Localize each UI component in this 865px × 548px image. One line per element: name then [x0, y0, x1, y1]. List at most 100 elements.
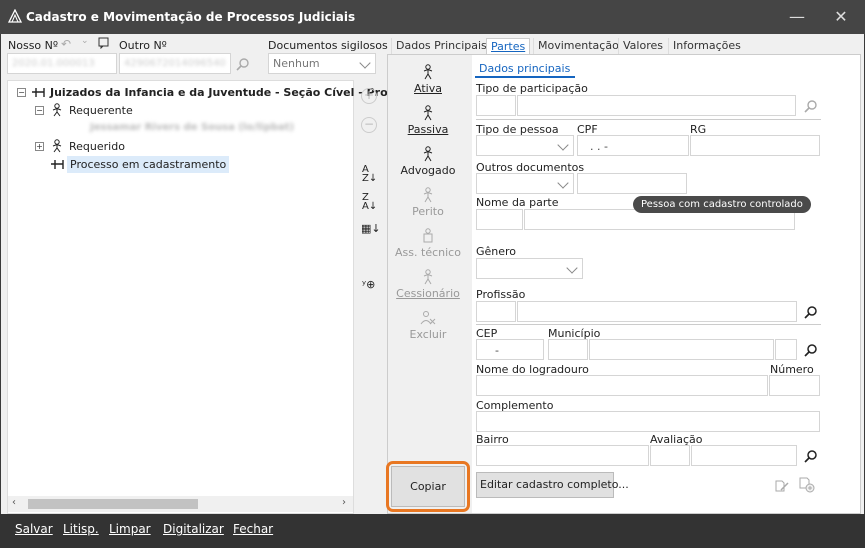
remove-person-icon	[420, 311, 436, 325]
numero-field[interactable]	[769, 375, 820, 396]
salvar-button[interactable]: Salvar	[15, 522, 53, 536]
remove-circle-icon[interactable]: −	[361, 117, 377, 133]
tree-requerente[interactable]: Requerente	[69, 104, 133, 117]
sort-az-icon[interactable]: A Z↓	[362, 165, 377, 184]
limpar-button[interactable]: Limpar	[109, 522, 151, 536]
tipo-participacao-field[interactable]	[517, 95, 796, 116]
person-icon	[52, 139, 62, 153]
passiva-button[interactable]: Passiva	[388, 105, 468, 136]
advogado-button[interactable]: Advogado	[388, 146, 468, 177]
outros-documentos-field[interactable]	[577, 173, 687, 194]
tab-dados-principais[interactable]: Dados Principais	[391, 38, 491, 55]
cadastro-controlado-tooltip: Pessoa com cadastro controlado	[633, 196, 811, 213]
nosso-label: Nosso Nº	[8, 39, 59, 52]
nosso-numero-field[interactable]: 2020.01.000013	[7, 53, 117, 74]
collapse-requerente-toggle[interactable]: −	[35, 106, 44, 115]
add-filter-icon[interactable]: ʸ⊕	[362, 278, 375, 291]
scrollbar-thumb[interactable]	[28, 499, 198, 509]
main-window: Nosso Nº ↶ ⌄ Outro Nº 2020.01.000013 429…	[1, 34, 864, 533]
person-icon	[423, 146, 433, 162]
search-icon[interactable]	[236, 57, 250, 71]
logradouro-field[interactable]	[476, 375, 768, 396]
collapse-root-toggle[interactable]: −	[17, 88, 26, 97]
person-icon	[52, 103, 62, 117]
tab-valores[interactable]: Valores	[618, 38, 667, 55]
tree-requerido[interactable]: Requerido	[69, 140, 125, 153]
cessionario-button[interactable]: Cessionário	[388, 269, 468, 300]
municipio-field[interactable]	[589, 339, 774, 360]
documentos-sigilosos-label: Documentos sigilosos	[268, 39, 388, 52]
tree-processo-cadastramento[interactable]: Processo em cadastramento	[67, 156, 230, 173]
window-title: Cadastro e Movimentação de Processos Jud…	[26, 10, 356, 24]
title-bar: Cadastro e Movimentação de Processos Jud…	[0, 0, 865, 34]
litisp-button[interactable]: Litisp.	[63, 522, 99, 536]
bookmark-icon[interactable]	[98, 37, 109, 49]
chevron-down-icon	[359, 57, 371, 69]
edit-document-icon[interactable]	[774, 478, 790, 494]
process-node-icon	[32, 88, 45, 97]
subtab-dados-principais[interactable]: Dados principais	[479, 62, 570, 75]
app-icon	[8, 9, 22, 23]
search-icon[interactable]	[804, 305, 818, 319]
add-document-icon[interactable]	[798, 476, 816, 494]
editar-cadastro-button[interactable]: Editar cadastro completo...	[476, 472, 629, 498]
person-icon	[423, 269, 433, 285]
complemento-field[interactable]	[476, 411, 820, 432]
nome-parte-label: Nome da parte	[476, 196, 559, 209]
cep-field[interactable]: -	[476, 339, 544, 360]
profissao-code[interactable]	[476, 301, 516, 322]
tipo-participacao-code[interactable]	[476, 95, 516, 116]
close-button[interactable]: ✕	[830, 6, 852, 28]
tree-requerente-party[interactable]: Jessamar Rivers de Sousa (lo/lipbat)	[90, 122, 294, 133]
excluir-button[interactable]: Excluir	[388, 310, 468, 341]
nome-parte-code[interactable]	[476, 209, 523, 230]
tab-movimentacao[interactable]: Movimentação	[533, 38, 623, 55]
process-tree: − Juizados da Infancia e da Juventude - …	[7, 80, 408, 514]
sort-date-icon[interactable]: ▦↓	[361, 222, 381, 235]
subtab-underline	[475, 76, 575, 78]
horizontal-scrollbar[interactable]: ‹ ›	[8, 496, 353, 512]
ass-tecnico-button[interactable]: Ass. técnico	[388, 228, 468, 259]
municipio-code[interactable]	[548, 339, 588, 360]
profissao-label: Profissão	[476, 288, 526, 301]
person-icon	[423, 228, 433, 243]
divider	[476, 324, 821, 325]
genero-label: Gênero	[476, 245, 517, 258]
avaliacao-code[interactable]	[650, 445, 690, 466]
outros-documentos-select[interactable]	[476, 173, 574, 194]
chevron-down-icon	[566, 262, 578, 274]
digitalizar-button[interactable]: Digitalizar	[163, 522, 224, 536]
documentos-sigilosos-select[interactable]: Nenhum	[268, 53, 376, 74]
perito-button[interactable]: Perito	[388, 187, 468, 218]
cpf-field[interactable]: . . -	[577, 135, 689, 156]
tipo-pessoa-select[interactable]	[476, 135, 574, 156]
scroll-left-icon[interactable]: ‹	[12, 497, 16, 508]
sort-za-icon[interactable]: Z A↓	[362, 193, 377, 212]
expand-requerido-toggle[interactable]: +	[35, 142, 44, 151]
dropdown-arrow-icon[interactable]: ⌄	[81, 36, 89, 46]
bairro-field[interactable]	[476, 445, 649, 466]
tree-root-label[interactable]: Juizados da Infancia e da Juventude - Se…	[50, 86, 408, 99]
profissao-field[interactable]	[517, 301, 797, 322]
uf-field[interactable]	[775, 339, 797, 360]
tab-partes[interactable]: Partes	[486, 38, 531, 55]
tipo-participacao-label: Tipo de participação	[476, 82, 588, 95]
ativa-button[interactable]: Ativa	[388, 64, 468, 95]
tab-informacoes[interactable]: Informações	[668, 38, 745, 55]
undo-icon[interactable]: ↶	[61, 37, 71, 51]
process-node-icon	[51, 160, 64, 169]
divider	[476, 119, 821, 120]
scroll-right-icon[interactable]: ›	[342, 497, 346, 508]
avaliacao-field[interactable]	[691, 445, 797, 466]
outro-numero-field[interactable]: 4290672014096540	[119, 53, 231, 74]
add-circle-icon[interactable]: +	[361, 88, 377, 104]
copiar-partes-button[interactable]: Copiar partes	[391, 466, 465, 533]
minimize-button[interactable]: —	[786, 6, 808, 28]
search-icon[interactable]	[804, 99, 818, 113]
outro-label: Outro Nº	[119, 39, 167, 52]
genero-select[interactable]	[476, 258, 583, 279]
rg-field[interactable]	[690, 135, 820, 156]
fechar-button[interactable]: Fechar	[233, 522, 273, 536]
search-icon[interactable]	[804, 449, 818, 463]
search-icon[interactable]	[804, 343, 818, 357]
